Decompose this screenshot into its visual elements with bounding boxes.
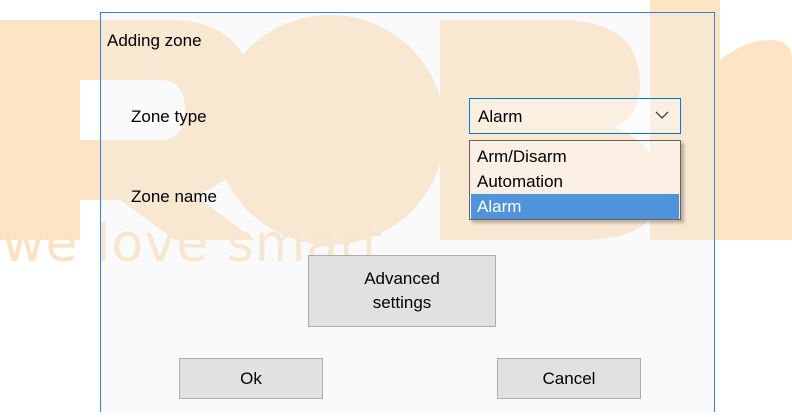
- dialog-title: Adding zone: [107, 31, 202, 50]
- dropdown-option-arm-disarm[interactable]: Arm/Disarm: [471, 144, 679, 169]
- dropdown-option-automation[interactable]: Automation: [471, 169, 679, 194]
- zone-name-label: Zone name: [131, 187, 217, 206]
- advanced-settings-button[interactable]: Advanced settings: [308, 255, 496, 327]
- zone-type-combobox[interactable]: Alarm: [469, 98, 681, 134]
- adding-zone-dialog: Adding zone Zone type Zone name Alarm Ar…: [100, 12, 715, 412]
- advanced-settings-label: Advanced settings: [364, 269, 440, 312]
- ok-button[interactable]: Ok: [179, 358, 323, 399]
- dropdown-option-alarm[interactable]: Alarm: [471, 194, 679, 219]
- zone-type-selected-value: Alarm: [478, 107, 523, 126]
- cancel-button[interactable]: Cancel: [497, 358, 641, 399]
- zone-type-label: Zone type: [131, 107, 207, 126]
- zone-type-dropdown-list: Arm/Disarm Automation Alarm: [469, 140, 681, 220]
- chevron-down-icon[interactable]: [654, 107, 670, 123]
